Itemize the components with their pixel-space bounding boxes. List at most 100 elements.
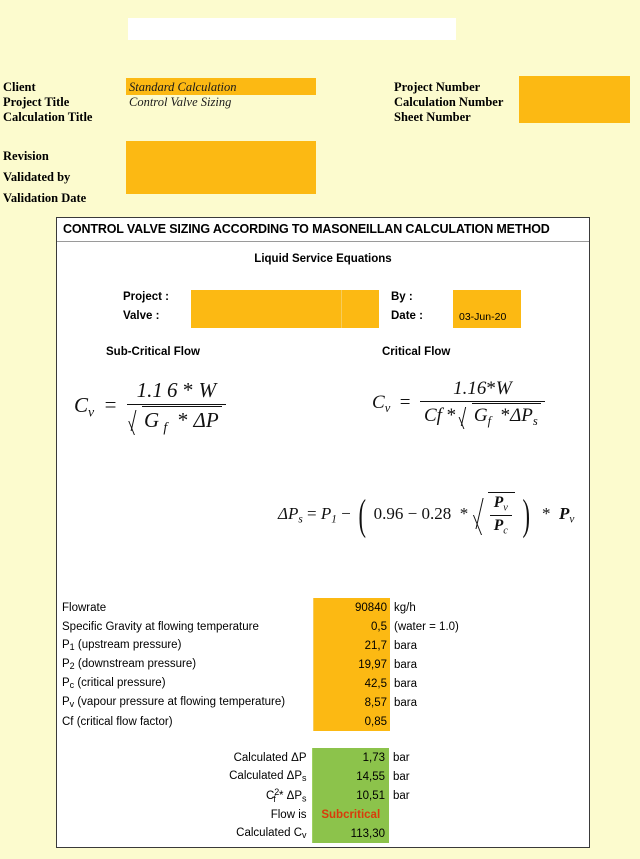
eq-dps-ratio: Pv Pc <box>489 494 512 536</box>
panel-subtitle: Liquid Service Equations <box>254 253 392 265</box>
result-unit-cf2-delta-ps: bar <box>393 789 410 802</box>
project-number-fields[interactable] <box>519 76 630 123</box>
eq-crit-equals: = <box>395 391 416 413</box>
label-project: Project : <box>123 291 170 303</box>
table-row: P2 (downstream pressure) 19,97 bara <box>62 655 532 674</box>
input-unit-p1: bara <box>394 639 418 652</box>
left-paren-icon: ( <box>358 491 366 539</box>
input-label-specific-gravity: Specific Gravity at flowing temperature <box>62 620 259 633</box>
eq-dps-equals: = <box>307 503 321 523</box>
sqrt-icon: G f * ΔP <box>131 406 222 435</box>
eq-crit-fraction: 1.16*W Cf * Gf *ΔPs <box>419 378 545 429</box>
results-table: Calculated ΔP 1,73 bar Calculated ΔPs 14… <box>160 748 460 843</box>
heading-critical-flow: Critical Flow <box>382 346 451 358</box>
project-valve-group: Project : Valve : By : Date : 03-Jun-20 <box>57 288 589 330</box>
heading-subcritical-flow: Sub-Critical Flow <box>106 346 200 358</box>
result-value-cv: 113,30 <box>311 824 389 843</box>
right-paren-icon: ) <box>522 491 531 539</box>
value-calculation-title[interactable]: Control Valve Sizing <box>129 95 237 110</box>
input-value-flowrate[interactable]: 90840 <box>312 598 390 617</box>
equation-critical-flow: Cv = 1.16*W Cf * Gf *ΔPs <box>372 378 545 429</box>
equation-delta-ps: ΔPs = P1 − ( 0.96 − 0.28 * Pv Pc ) * Pv <box>278 490 574 540</box>
table-row: P1 (upstream pressure) 21,7 bara <box>62 636 532 655</box>
label-validation-date: Validation Date <box>3 191 87 205</box>
result-label-delta-ps: Calculated ΔPs <box>229 769 307 784</box>
input-value-cf[interactable]: 0,85 <box>312 712 390 731</box>
input-unit-flowrate: kg/h <box>394 601 416 614</box>
result-label-delta-p: Calculated ΔP <box>233 751 307 764</box>
sqrt-icon: Gf *ΔPs <box>461 403 541 429</box>
eq-dps-star: * <box>455 503 473 523</box>
label-project-title: Project Title <box>3 95 70 109</box>
result-unit-delta-ps: bar <box>393 770 410 783</box>
header-revision-labels: Revision Validated by Validation Date <box>3 146 86 209</box>
title-divider <box>57 241 589 242</box>
eq-sub-numerator: 1.1 6 * W <box>136 378 217 402</box>
eq-dps-p1: P1 <box>320 503 337 526</box>
header-left-labels: Client Project Title Calculation Title <box>3 80 92 125</box>
label-calculation-number: Calculation Number <box>394 95 504 109</box>
value-project-title[interactable]: Standard Calculation <box>129 80 237 95</box>
result-label-cf2-delta-ps: C2f * ΔPs <box>265 787 307 804</box>
eq-crit-denominator: Cf * Gf *ΔPs <box>419 401 545 429</box>
table-row: Calculated Cv 113,30 <box>160 824 460 843</box>
table-row: Pv (vapour pressure at flowing temperatu… <box>62 693 532 712</box>
input-value-pv[interactable]: 8,57 <box>312 693 390 712</box>
eq-dps-inner-minus: − <box>407 503 418 523</box>
header-left-values: Standard Calculation Control Valve Sizin… <box>129 80 237 110</box>
input-value-specific-gravity[interactable]: 0,5 <box>312 617 390 636</box>
result-label-flow-is: Flow is <box>270 808 307 821</box>
logo-placeholder-bar <box>128 18 456 40</box>
project-valve-divider <box>341 290 342 328</box>
date-value[interactable]: 03-Jun-20 <box>459 311 506 323</box>
header-right-labels: Project Number Calculation Number Sheet … <box>394 80 503 125</box>
input-label-pc: Pc (critical pressure) <box>62 676 166 691</box>
revision-fields[interactable] <box>126 141 316 194</box>
label-by: By : <box>391 291 413 303</box>
input-label-pv: Pv (vapour pressure at flowing temperatu… <box>62 695 286 710</box>
equation-subcritical-flow: Cv = 1.1 6 * W G f * ΔP <box>74 378 226 435</box>
label-project-number: Project Number <box>394 80 481 94</box>
input-value-p1[interactable]: 21,7 <box>312 636 390 655</box>
input-unit-p2: bara <box>394 658 418 671</box>
table-row: Pc (critical pressure) 42,5 bara <box>62 674 532 693</box>
eq-sub-cv: Cv <box>74 392 95 419</box>
eq-dps-pv-outer: Pv <box>559 503 575 526</box>
result-label-cv: Calculated Cv <box>236 826 307 841</box>
input-label-p2: P2 (downstream pressure) <box>62 657 197 672</box>
eq-crit-cv: Cv <box>372 391 391 415</box>
label-client: Client <box>3 80 36 94</box>
eq-dps-const-096: 0.96 <box>373 503 404 523</box>
eq-dps-const-028: 0.28 <box>421 503 452 523</box>
input-unit-cf <box>390 712 532 731</box>
eq-dps-lhs: ΔPs <box>278 503 303 526</box>
input-parameters-table: Flowrate 90840 kg/h Specific Gravity at … <box>62 598 532 731</box>
input-label-cf: Cf (critical flow factor) <box>62 715 173 728</box>
project-valve-value-field[interactable] <box>191 290 379 328</box>
input-value-pc[interactable]: 42,5 <box>312 674 390 693</box>
status-badge: Subcritical <box>311 805 389 824</box>
eq-dps-pc: Pc <box>489 514 512 536</box>
input-value-p2[interactable]: 19,97 <box>312 655 390 674</box>
eq-sub-denominator: G f * ΔP <box>127 404 226 435</box>
input-unit-specific-gravity: (water = 1.0) <box>394 620 459 633</box>
result-value-delta-p: 1,73 <box>311 748 389 767</box>
eq-dps-pv: Pv <box>493 494 508 514</box>
input-label-p1: P1 (upstream pressure) <box>62 638 182 653</box>
table-row: Calculated ΔP 1,73 bar <box>160 748 460 767</box>
result-unit-flow-is <box>389 805 460 824</box>
table-row: Specific Gravity at flowing temperature … <box>62 617 532 636</box>
eq-sub-equals: = <box>99 392 122 417</box>
result-unit-delta-p: bar <box>393 751 410 764</box>
page-title: CONTROL VALVE SIZING ACCORDING TO MASONE… <box>63 222 550 236</box>
input-label-flowrate: Flowrate <box>62 601 107 614</box>
result-unit-cv <box>389 824 460 843</box>
table-row: Flowrate 90840 kg/h <box>62 598 532 617</box>
table-row: Cf (critical flow factor) 0,85 <box>62 712 532 731</box>
result-value-cf2-delta-ps: 10,51 <box>311 786 389 805</box>
label-sheet-number: Sheet Number <box>394 110 471 124</box>
eq-sub-fraction: 1.1 6 * W G f * ΔP <box>127 378 226 435</box>
label-date: Date : <box>391 310 423 322</box>
label-revision: Revision <box>3 149 49 163</box>
eq-dps-outer-star: * <box>537 503 555 523</box>
